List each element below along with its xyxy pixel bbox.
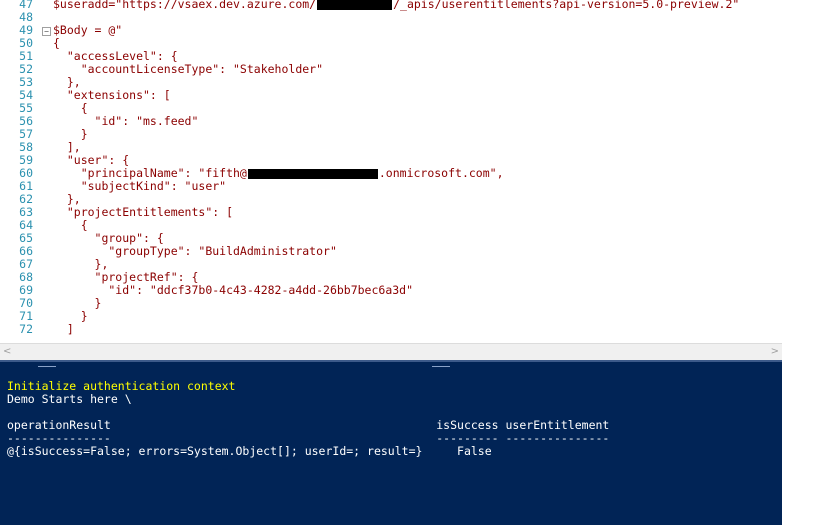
code-text: /_apis/userentitlements?api-version=5.0-… — [393, 0, 740, 11]
code-text: $Body = @" — [53, 23, 123, 37]
code-text: "group": { — [53, 231, 164, 245]
code-text: .onmicrosoft.com", — [378, 166, 504, 180]
code-line[interactable]: $useradd="https://vsaex.dev.azure.com/ /_… — [53, 0, 739, 11]
code-line[interactable]: "accountLicenseType": "Stakeholder" — [53, 63, 323, 76]
code-text: $useradd="https://vsaex.dev.azure.com/ — [53, 0, 317, 11]
console-line: @{isSuccess=False; errors=System.Object[… — [7, 444, 492, 458]
code-line[interactable]: $Body = @" — [53, 24, 122, 37]
scroll-left-arrow-icon[interactable]: < — [3, 346, 11, 357]
code-text: }, — [53, 257, 109, 271]
code-text: "principalName": "fifth@ — [53, 166, 247, 180]
code-text: }, — [53, 192, 81, 206]
redaction-bar — [317, 0, 393, 10]
code-text: "subjectKind": "user" — [53, 179, 227, 193]
code-text: ] — [53, 322, 74, 336]
code-text: "projectEntitlements": [ — [53, 205, 234, 219]
code-line[interactable]: ] — [53, 323, 74, 336]
splitter-grip[interactable] — [38, 366, 56, 367]
line-number: 72 — [19, 322, 33, 336]
code-text: }, — [53, 75, 81, 89]
splitter-grip[interactable] — [432, 366, 450, 367]
console-line: Demo Starts here \ — [7, 392, 132, 406]
code-text: "accessLevel": { — [53, 49, 178, 63]
script-editor-pane[interactable]: 47 $useradd="https://vsaex.dev.azure.com/… — [0, 0, 782, 343]
code-text: "accountLicenseType": "Stakeholder" — [53, 62, 324, 76]
code-text: { — [53, 101, 88, 115]
code-text: "extensions": [ — [53, 88, 171, 102]
code-text: "groupType": "BuildAdministrator" — [53, 244, 337, 258]
fold-toggle-icon[interactable]: − — [42, 27, 51, 36]
horizontal-scrollbar[interactable]: < > — [0, 343, 782, 360]
code-text: { — [53, 36, 60, 50]
code-line[interactable]: "id": "ddcf37b0-4c43-4282-a4dd-26bb7bec6… — [53, 284, 413, 297]
code-text: "user": { — [53, 153, 130, 167]
code-text: } — [53, 127, 88, 141]
code-text: "id": "ddcf37b0-4c43-4282-a4dd-26bb7bec6… — [53, 283, 414, 297]
code-text: { — [53, 218, 88, 232]
console-output-pane[interactable]: Initialize authentication context Demo St… — [0, 360, 782, 525]
redaction-bar — [247, 168, 378, 179]
code-text: ], — [53, 140, 81, 154]
scroll-right-arrow-icon[interactable]: > — [771, 346, 779, 357]
code-text: } — [53, 296, 102, 310]
code-text: "id": "ms.feed" — [53, 114, 199, 128]
code-text: "projectRef": { — [53, 270, 199, 284]
code-text: } — [53, 309, 88, 323]
